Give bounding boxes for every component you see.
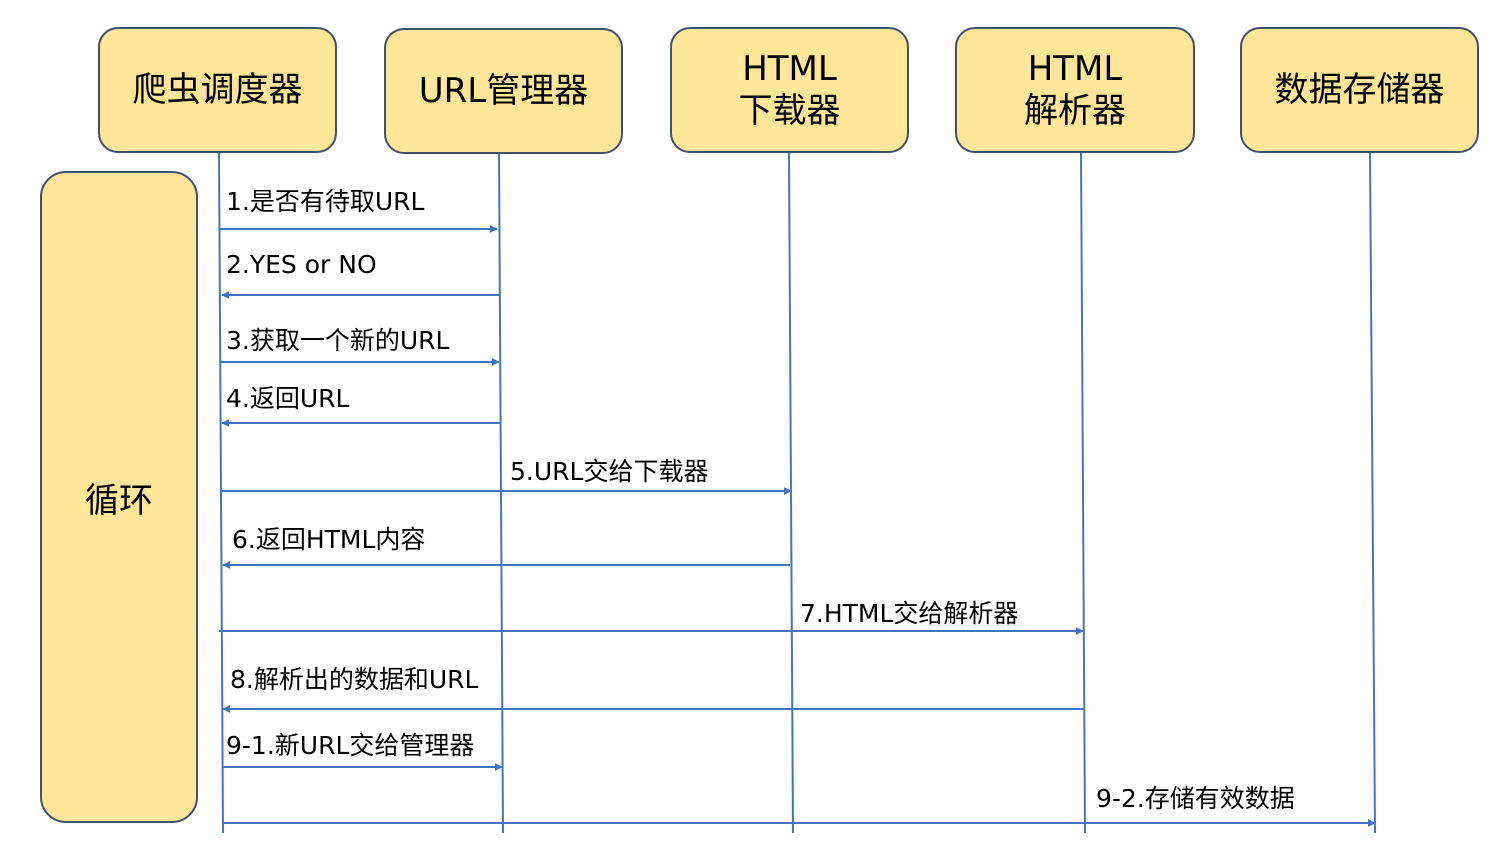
message-label-6: 6.返回HTML内容: [232, 525, 426, 554]
lifeline-url-manager: [498, 153, 504, 834]
message-label-8: 8.解析出的数据和URL: [230, 665, 479, 694]
message-label-3: 3.获取一个新的URL: [226, 326, 450, 355]
message-label-9-2: 9-2.存储有效数据: [1096, 784, 1295, 813]
message-label-2: 2.YES or NO: [226, 250, 377, 279]
message-label-7: 7.HTML交给解析器: [800, 599, 1019, 628]
message-label-5: 5.URL交给下载器: [510, 457, 709, 486]
sequence-diagram: [218, 152, 1376, 834]
message-label-9-1: 9-1.新URL交给管理器: [226, 731, 475, 760]
lifeline-html-parser: [1080, 152, 1086, 834]
message-label-4: 4.返回URL: [226, 384, 350, 413]
message-label-1: 1.是否有待取URL: [226, 187, 425, 216]
lifeline-data-storage: [1369, 152, 1376, 834]
lifeline-html-downloader: [788, 152, 794, 834]
lifeline-scheduler: [218, 152, 224, 834]
